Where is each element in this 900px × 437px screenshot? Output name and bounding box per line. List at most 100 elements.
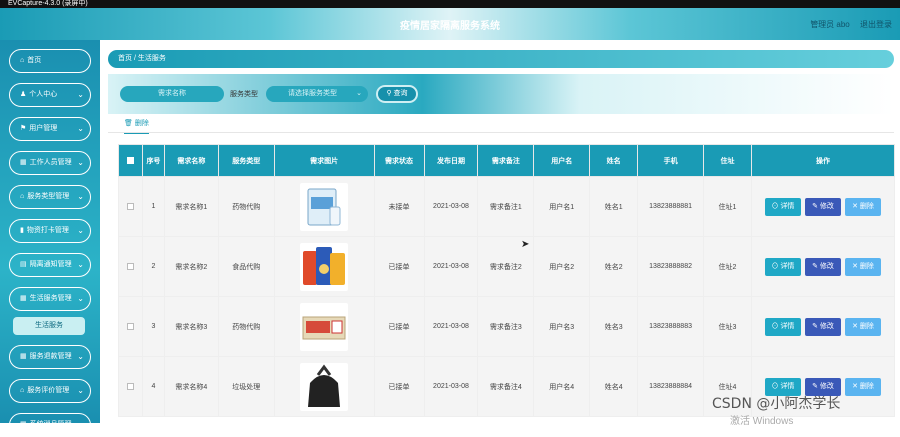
chevron-down-icon: ⌄ xyxy=(77,420,84,429)
image-cell xyxy=(273,296,375,357)
delete-button[interactable]: ✕ 删除 xyxy=(844,377,881,396)
trash-icon: ✕ xyxy=(852,322,860,330)
sidebar-item-label: 隔离通知管理 xyxy=(29,261,72,268)
detail-button[interactable]: ⊙ 详情 xyxy=(764,197,801,216)
table-header-row: 序号 需求名称 服务类型 需求图片 需求状态 发布日期 需求备注 用户名 姓名 手机 住址 操作 xyxy=(118,144,896,177)
sidebar-item-7[interactable]: ▦ 生活服务管理 ⌄ xyxy=(9,287,91,311)
service-type-cell: 药物代购 xyxy=(217,176,275,237)
sidebar-item-5[interactable]: ▮ 物资打卡管理 ⌄ xyxy=(9,219,91,243)
sidebar-subitem-8[interactable]: 生活服务 xyxy=(13,317,85,335)
column-header: 发布日期 xyxy=(423,144,479,177)
table-row: 1 需求名称1 药物代购 未接单 2021-03-08 需求备注1 用户名1 姓名1 13823… xyxy=(118,176,896,237)
grid-icon: ▦ xyxy=(20,295,27,302)
sidebar-item-10[interactable]: ⌂ 服务评价管理 ⌄ xyxy=(9,379,91,403)
username-cell: 用户名1 xyxy=(533,176,591,237)
column-header: 住址 xyxy=(703,144,752,177)
breadcrumb-home[interactable]: 首页 xyxy=(118,55,132,62)
sidebar-item-0[interactable]: ⌂ 首页 xyxy=(9,49,91,73)
column-header: 需求名称 xyxy=(163,144,219,177)
chevron-down-icon: ⌄ xyxy=(77,90,84,99)
username-cell: 用户名3 xyxy=(533,296,591,357)
publish-date-cell: 2021-03-08 xyxy=(423,236,479,297)
edit-button[interactable]: ✎ 修改 xyxy=(804,197,841,216)
trash-icon: 🗑 xyxy=(124,120,133,127)
row-checkbox[interactable] xyxy=(126,262,134,270)
delete-button[interactable]: ✕ 删除 xyxy=(844,257,881,276)
batch-delete-label: 删除 xyxy=(134,120,149,127)
trash-image xyxy=(300,362,349,411)
demand-name-search-input[interactable]: 需求名称 xyxy=(120,86,224,102)
real-name-cell: 姓名4 xyxy=(589,356,639,417)
image-cell xyxy=(273,236,375,297)
sidebar-item-label: 服务类型管理 xyxy=(27,193,70,200)
detail-button-label: 详情 xyxy=(780,382,795,390)
edit-button-label: 修改 xyxy=(819,382,834,390)
column-header: 需求图片 xyxy=(273,144,375,177)
trash-icon: ✕ xyxy=(852,262,860,270)
pencil-icon: ✎ xyxy=(812,382,820,390)
grid-icon: ▦ xyxy=(20,353,27,360)
chevron-down-icon: ⌄ xyxy=(77,124,84,133)
demand-note-cell: 需求备注3 xyxy=(477,296,535,357)
demand-name-cell: 需求名称3 xyxy=(163,296,219,357)
sidebar-item-label: 服务退款管理 xyxy=(29,353,72,360)
detail-button[interactable]: ⊙ 详情 xyxy=(764,317,801,336)
breadcrumb: 首页 / 生活服务 xyxy=(108,50,894,68)
select-all-header xyxy=(118,144,143,177)
flag-icon: ⚑ xyxy=(20,125,27,132)
real-name-cell: 姓名3 xyxy=(589,296,639,357)
service-type-placeholder: 请选择服务类型 xyxy=(288,90,337,97)
sidebar-item-4[interactable]: ⌂ 服务类型管理 ⌄ xyxy=(9,185,91,209)
delete-button[interactable]: ✕ 删除 xyxy=(844,197,881,216)
row-select-cell xyxy=(118,356,143,417)
row-checkbox[interactable] xyxy=(126,202,134,210)
publish-date-cell: 2021-03-08 xyxy=(423,356,479,417)
username-cell: 用户名2 xyxy=(533,236,591,297)
demand-status-cell: 已接单 xyxy=(373,296,425,357)
breadcrumb-separator: / xyxy=(133,55,136,62)
sidebar-item-6[interactable]: ▤ 隔离通知管理 ⌄ xyxy=(9,253,91,277)
chevron-down-icon: ⌄ xyxy=(77,386,84,395)
row-checkbox[interactable] xyxy=(126,322,134,330)
table-row: 3 需求名称3 药物代购 已接单 2021-03-08 需求备注3 用户名3 姓名3 13823… xyxy=(118,296,896,357)
sidebar-item-11[interactable]: ▦ 系统消息管理 ⌄ xyxy=(9,413,91,437)
home-icon: ⌂ xyxy=(20,193,25,200)
sidebar-item-3[interactable]: ▦ 工作人员管理 ⌄ xyxy=(9,151,91,175)
column-header: 需求备注 xyxy=(477,144,535,177)
user-area: 管理员 abo 退出登录 xyxy=(802,19,892,30)
sidebar-item-1[interactable]: ♟ 个人中心 ⌄ xyxy=(9,83,91,107)
search-button[interactable]: ⚲ 查询 xyxy=(376,85,418,103)
pencil-icon: ✎ xyxy=(812,202,820,210)
sidebar-item-label: 用户管理 xyxy=(29,125,58,132)
chevron-down-icon: ⌄ xyxy=(77,158,84,167)
column-header: 用户名 xyxy=(533,144,591,177)
home-icon: ⌂ xyxy=(20,57,25,64)
edit-button[interactable]: ✎ 修改 xyxy=(804,257,841,276)
service-type-cell: 垃圾处理 xyxy=(217,356,275,417)
delete-button-label: 删除 xyxy=(859,202,874,210)
service-type-cell: 药物代购 xyxy=(217,296,275,357)
edit-button[interactable]: ✎ 修改 xyxy=(804,317,841,336)
select-all-checkbox[interactable] xyxy=(126,156,134,164)
column-header: 序号 xyxy=(141,144,165,177)
sidebar-item-2[interactable]: ⚑ 用户管理 ⌄ xyxy=(9,117,91,141)
app-title: 疫情居家隔离服务系统 xyxy=(400,21,500,32)
column-header: 服务类型 xyxy=(217,144,275,177)
trash-icon: ✕ xyxy=(852,202,860,210)
data-table: 序号 需求名称 服务类型 需求图片 需求状态 发布日期 需求备注 用户名 姓名 手机 住址 操作 1需… xyxy=(118,144,896,417)
row-checkbox[interactable] xyxy=(126,382,134,390)
service-type-select[interactable]: 请选择服务类型 ⌄ xyxy=(266,86,368,102)
detail-button[interactable]: ⊙ 详情 xyxy=(764,257,801,276)
row-actions: ⊙ 详情 ✎ 修改 ✕ 删除 xyxy=(750,296,896,357)
row-actions: ⊙ 详情 ✎ 修改 ✕ 删除 xyxy=(750,176,896,237)
chevron-down-icon: ⌄ xyxy=(356,90,362,97)
sidebar-item-label: 首页 xyxy=(27,57,42,64)
demand-note-cell: 需求备注4 xyxy=(477,356,535,417)
real-name-cell: 姓名2 xyxy=(589,236,639,297)
demand-name-cell: 需求名称2 xyxy=(163,236,219,297)
delete-button[interactable]: ✕ 删除 xyxy=(844,317,881,336)
search-bar-background xyxy=(108,74,894,114)
logout-link[interactable]: 退出登录 xyxy=(860,20,892,29)
phone-cell: 13823888882 xyxy=(637,236,705,297)
sidebar-item-9[interactable]: ▦ 服务退款管理 ⌄ xyxy=(9,345,91,369)
